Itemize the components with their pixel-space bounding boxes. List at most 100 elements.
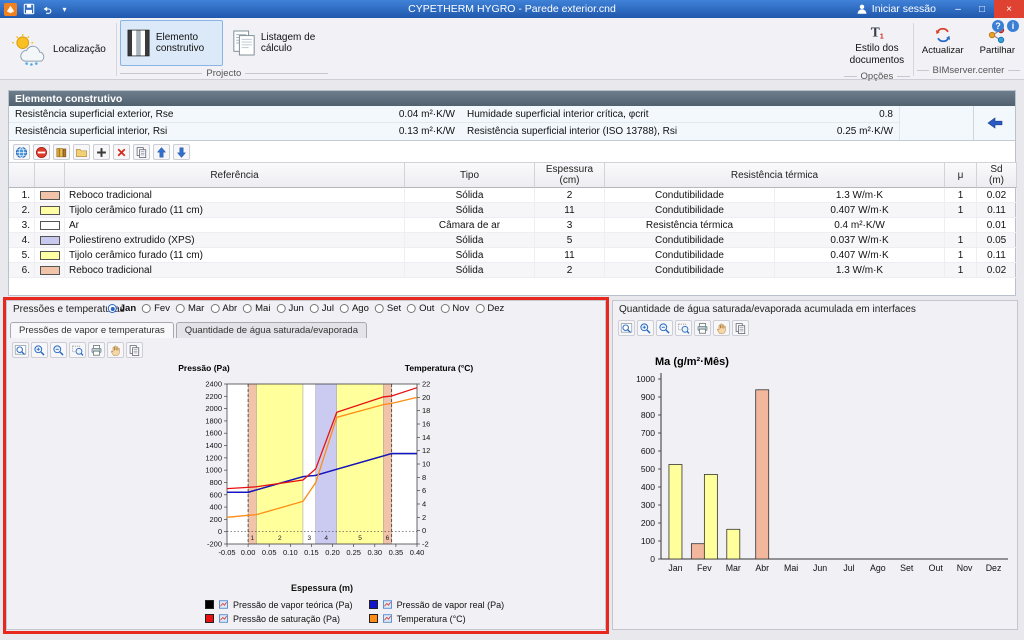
help-icon[interactable]: ? xyxy=(992,20,1004,32)
svg-text:T: T xyxy=(871,25,880,40)
month-radio-nov[interactable]: Nov xyxy=(440,303,469,314)
tab-quantidade[interactable]: Quantidade de água saturada/evaporada xyxy=(175,322,367,338)
undo-icon[interactable] xyxy=(39,2,54,16)
month-radio-mai[interactable]: Mai xyxy=(243,303,270,314)
svg-text:600: 600 xyxy=(641,446,655,456)
close-button[interactable]: × xyxy=(994,0,1024,18)
cype-logo-icon[interactable] xyxy=(3,2,18,16)
row-number: 3. xyxy=(9,218,35,233)
svg-text:6: 6 xyxy=(386,535,390,542)
library-icon[interactable] xyxy=(53,144,70,160)
move-down-icon[interactable] xyxy=(173,144,190,160)
pan-icon[interactable] xyxy=(107,342,124,358)
add-icon[interactable] xyxy=(93,144,110,160)
copy-icon[interactable] xyxy=(126,342,143,358)
header-espessura: Espessura (cm) xyxy=(535,162,605,188)
zoom-window-icon[interactable] xyxy=(675,320,692,336)
block-icon[interactable] xyxy=(33,144,50,160)
zoom-in-icon[interactable] xyxy=(637,320,654,336)
svg-text:1600: 1600 xyxy=(205,429,222,438)
table-row[interactable]: 1. Reboco tradicional Sólida 2 Condutibilida… xyxy=(9,188,1017,203)
phicrit-value[interactable]: 0.8 xyxy=(769,106,899,123)
material-value: 0.4 m²·K/W xyxy=(775,218,945,233)
pan-icon[interactable] xyxy=(713,320,730,336)
rsi-label: Resistência superficial interior, Rsi xyxy=(15,126,168,137)
rse-value[interactable]: 0.04 m²·K/W xyxy=(339,106,461,123)
print-icon[interactable] xyxy=(88,342,105,358)
svg-text:0.30: 0.30 xyxy=(367,548,382,557)
month-radio-set[interactable]: Set xyxy=(374,303,401,314)
month-radio-fev[interactable]: Fev xyxy=(142,303,170,314)
save-icon[interactable] xyxy=(21,2,36,16)
localizacao-button[interactable]: Localização xyxy=(4,27,113,73)
move-up-icon[interactable] xyxy=(153,144,170,160)
estilo-documentos-button[interactable]: T1 Estilo dos documentos xyxy=(844,20,910,69)
zoom-window-icon[interactable] xyxy=(69,342,86,358)
info-icon[interactable]: i xyxy=(1007,20,1019,32)
svg-text:800: 800 xyxy=(209,478,222,487)
rsi-value[interactable]: 0.13 m²·K/W xyxy=(339,123,461,140)
month-radio-mar[interactable]: Mar xyxy=(175,303,204,314)
table-row[interactable]: 2. Tijolo cerâmico furado (11 cm) Sólida 11… xyxy=(9,203,1017,218)
copy-icon[interactable] xyxy=(133,144,150,160)
month-radio-out[interactable]: Out xyxy=(407,303,434,314)
month-radio-jan[interactable]: Jan xyxy=(107,303,136,314)
svg-text:8: 8 xyxy=(422,473,426,482)
table-row[interactable]: 3. Ar Câmara de ar 3 Resistência térmica 0.4 … xyxy=(9,218,1017,233)
sign-in-button[interactable]: Iniciar sessão xyxy=(846,0,946,18)
material-name: Tijolo cerâmico furado (11 cm) xyxy=(65,248,405,263)
print-icon[interactable] xyxy=(694,320,711,336)
material-mu xyxy=(945,218,977,233)
listagem-calculo-button[interactable]: Listagem de cálculo xyxy=(225,20,328,66)
zoom-fit-icon[interactable] xyxy=(12,342,29,358)
table-row[interactable]: 4. Poliestireno extrudido (XPS) Sólida 5 Con… xyxy=(9,233,1017,248)
svg-text:Ma (g/m²·Mês): Ma (g/m²·Mês) xyxy=(655,356,729,368)
legend-series-icon[interactable] xyxy=(218,613,229,624)
estilo-documentos-label: Estilo dos documentos xyxy=(849,43,905,66)
quick-access-toolbar: ▾ xyxy=(0,2,72,16)
month-radio-ago[interactable]: Ago xyxy=(339,303,369,314)
month-radio-abr[interactable]: Abr xyxy=(210,303,237,314)
table-row[interactable]: 5. Tijolo cerâmico furado (11 cm) Sólida 11… xyxy=(9,248,1017,263)
tab-pressoes[interactable]: Pressões de vapor e temperaturas xyxy=(10,322,174,338)
material-value: 0.037 W/m·K xyxy=(775,233,945,248)
month-radio-jul[interactable]: Jul xyxy=(309,303,334,314)
material-swatch-cell xyxy=(35,203,65,218)
month-radio-dez[interactable]: Dez xyxy=(475,303,504,314)
svg-text:500: 500 xyxy=(641,464,655,474)
legend-series-icon[interactable] xyxy=(382,599,393,610)
maximize-button[interactable]: □ xyxy=(970,0,994,18)
legend-item: Pressão de vapor teórica (Pa) xyxy=(205,599,353,610)
legend-series-icon[interactable] xyxy=(382,613,393,624)
legend-color-swatch xyxy=(368,600,378,609)
month-radio-jun[interactable]: Jun xyxy=(276,303,304,314)
table-row[interactable]: 6. Reboco tradicional Sólida 2 Condutibilida… xyxy=(9,263,1017,278)
zoom-out-icon[interactable] xyxy=(656,320,673,336)
globe-icon[interactable] xyxy=(13,144,30,160)
blue-arrow-icon xyxy=(986,117,1002,129)
zoom-out-icon[interactable] xyxy=(50,342,67,358)
dropdown-caret-icon[interactable]: ▾ xyxy=(57,2,72,16)
svg-text:4: 4 xyxy=(324,535,328,542)
rsi-iso-value[interactable]: 0.25 m²·K/W xyxy=(769,123,899,140)
svg-text:1000: 1000 xyxy=(205,466,222,475)
zoom-fit-icon[interactable] xyxy=(618,320,635,336)
folder-icon[interactable] xyxy=(73,144,90,160)
moisture-chart[interactable]: Ma (g/m²·Mês) 0 100 200 300 400 500 600 700 800 90… xyxy=(613,341,1019,591)
zoom-in-icon[interactable] xyxy=(31,342,48,358)
vapor-pressure-chart[interactable]: 1 2 3 4 5 6-200020040060080010001200140016001… xyxy=(7,359,607,581)
delete-icon[interactable] xyxy=(113,144,130,160)
svg-text:1400: 1400 xyxy=(205,441,222,450)
minimize-button[interactable]: – xyxy=(946,0,970,18)
actualizar-button[interactable]: Actualizar xyxy=(917,23,969,59)
moisture-panel-title: Quantidade de água saturada/evaporada ac… xyxy=(619,304,916,315)
header-swatch xyxy=(35,162,65,188)
table-header-row: Referência Tipo Espessura (cm) Resistênci… xyxy=(9,162,1017,188)
month-label: Dez xyxy=(487,303,505,314)
legend-series-icon[interactable] xyxy=(218,599,229,610)
material-thickness: 3 xyxy=(535,218,605,233)
elemento-construtivo-button[interactable]: Elemento construtivo xyxy=(119,20,223,66)
copy-icon[interactable] xyxy=(732,320,749,336)
collapse-arrow-button[interactable] xyxy=(973,106,1015,140)
weather-icon xyxy=(11,33,48,66)
